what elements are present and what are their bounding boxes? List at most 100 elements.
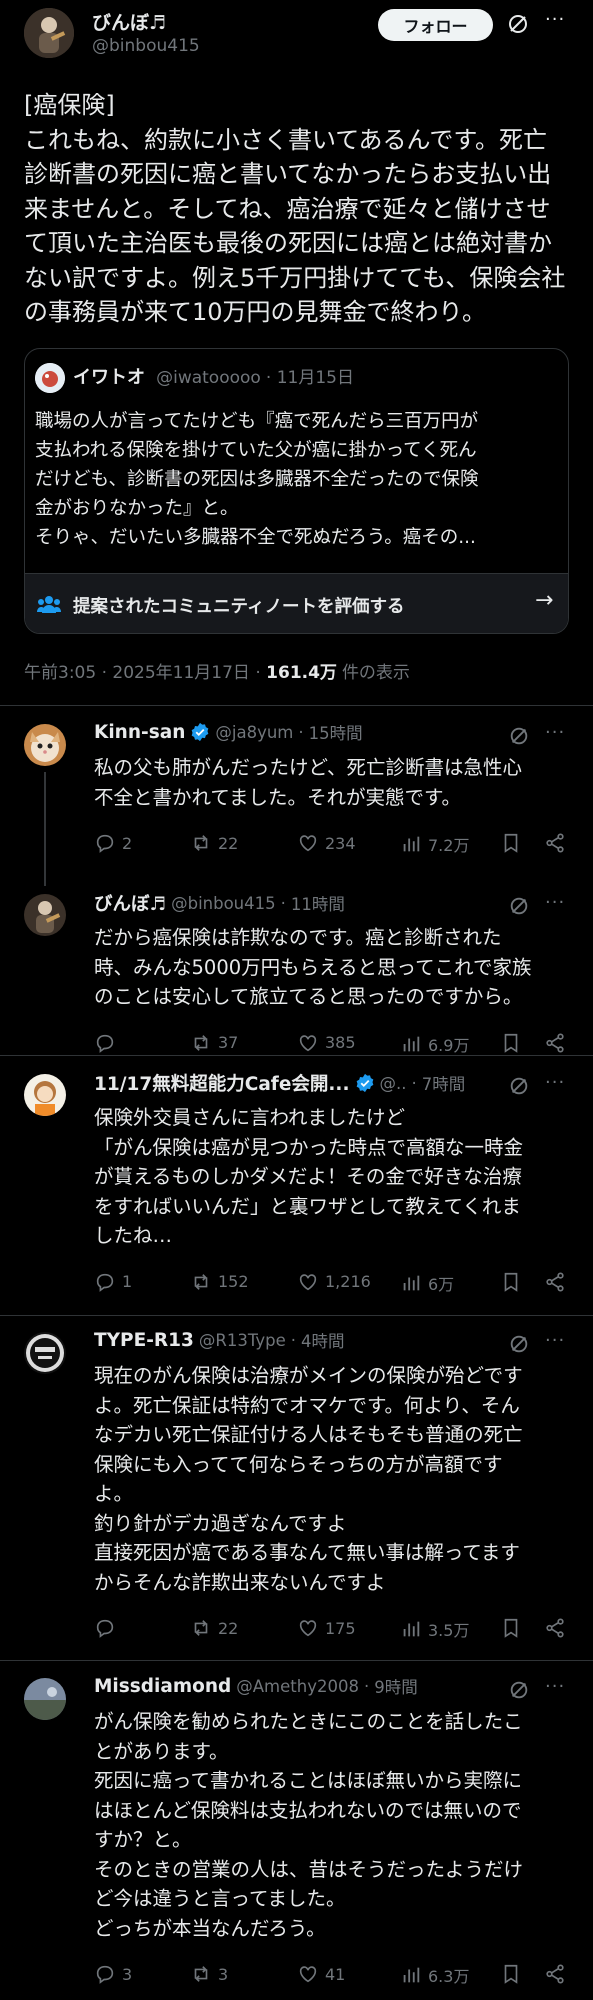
retweet-count: 22: [218, 833, 239, 853]
reply-author-name[interactable]: Missdiamond: [94, 1676, 231, 1697]
reply-time[interactable]: 11時間: [291, 891, 345, 915]
share-button[interactable]: [544, 1032, 566, 1054]
community-note-prompt[interactable]: 提案されたコミュニティノートを評価する →: [25, 573, 568, 633]
more-options-icon[interactable]: ···: [545, 1072, 565, 1093]
reply-separator: ·: [411, 1073, 417, 1093]
reply-body-line: 保険外交員さんに言われましたけど: [94, 1106, 406, 1129]
retweet-button[interactable]: 152: [190, 1271, 249, 1293]
like-button[interactable]: 234: [297, 832, 356, 854]
reply-button[interactable]: 2: [94, 832, 132, 854]
retweet-button[interactable]: 3: [190, 1963, 228, 1985]
quoted-post[interactable]: イワトオ @iwatooooo · 11月15日 職場の人が言ってたけども『癌で…: [24, 348, 569, 634]
share-button[interactable]: [544, 1963, 566, 1985]
reply-body-line: すか？と。: [94, 1828, 192, 1851]
reply-body-line: 「がん保険は癌が見つかった時点で高額な一時金: [94, 1135, 524, 1159]
bookmark-button[interactable]: [500, 1963, 522, 1985]
post-date[interactable]: 2025年11月17日: [112, 663, 250, 683]
bookmark-button[interactable]: [500, 1032, 522, 1054]
grok-icon[interactable]: [506, 12, 530, 36]
reply-author-name[interactable]: Kinn-san: [94, 722, 185, 743]
reply-author-handle[interactable]: @ja8yum: [215, 723, 293, 742]
bookmark-button[interactable]: [500, 1617, 522, 1639]
reply-separator: ·: [363, 1676, 370, 1696]
reply-time[interactable]: 9時間: [374, 1674, 418, 1698]
reply-header: Kinn-san @ja8yum · 15時間: [94, 720, 363, 744]
like-button[interactable]: 1,216: [297, 1271, 371, 1293]
share-button[interactable]: [544, 832, 566, 854]
grok-icon[interactable]: [508, 1075, 530, 1097]
reply-avatar[interactable]: [24, 894, 66, 936]
grok-icon[interactable]: [508, 1679, 530, 1701]
verified-badge-icon: [356, 1073, 373, 1093]
reply-author-handle[interactable]: @Amethy2008: [236, 1677, 359, 1696]
reply-body-line: をすればいいんだ」と裏ワザとして教えてくれま: [94, 1194, 521, 1218]
reply-body-line: 不全と書かれてました。それが実態です。: [94, 785, 461, 809]
reply-body-line: ど今は違うと言ってました。: [94, 1887, 346, 1910]
retweet-button[interactable]: 22: [190, 832, 238, 854]
reply-separator: ·: [290, 1330, 296, 1350]
reply-author-name[interactable]: 11/17無料超能力Cafe会開...: [94, 1070, 350, 1096]
reply-body: だから癌保険は詐欺なのです。癌と診断された 時、みんな5000万円もらえると思って…: [94, 923, 531, 1012]
author-name[interactable]: びんぼ♬: [92, 8, 166, 35]
retweet-button[interactable]: 37: [190, 1032, 238, 1054]
bookmark-button[interactable]: [500, 832, 522, 854]
reply-body-line: とがあります。: [94, 1739, 229, 1763]
reply-button[interactable]: 3: [94, 1963, 132, 1985]
retweet-count: 37: [218, 1033, 239, 1052]
reply-button[interactable]: 1: [94, 1271, 132, 1293]
reply-body-line: 私の父も肺がんだったけど、死亡診断書は急性心: [94, 756, 523, 779]
more-options-icon[interactable]: ···: [545, 722, 565, 743]
quote-avatar-image: [35, 363, 65, 393]
like-button[interactable]: 385: [297, 1032, 356, 1054]
like-button[interactable]: 41: [297, 1963, 345, 1985]
quote-body-line: 職場の人が言ってたけども『癌で死んだら三百万円が: [35, 411, 479, 432]
community-icon: [37, 596, 61, 613]
reply-author-handle[interactable]: @binbou415: [171, 894, 276, 913]
post-meta: 午前3:05 · 2025年11月17日 · 161.4万 件の表示: [24, 663, 410, 683]
reply-time[interactable]: 15時間: [309, 720, 363, 744]
reply-avatar[interactable]: [24, 1678, 66, 1720]
quote-body-line: 支払われる保険を掛けていた父が癌に掛かってく死ん: [35, 440, 477, 461]
more-options-icon[interactable]: ···: [545, 892, 565, 913]
more-options-icon[interactable]: ···: [545, 1330, 565, 1351]
reply-header: びんぼ♬ @binbou415 · 11時間: [94, 890, 345, 916]
reply-body-line: 直接死因が癌である事なんて無い事は解ってます: [94, 1541, 520, 1564]
grok-icon[interactable]: [508, 895, 530, 917]
community-note-label: 提案されたコミュニティノートを評価する: [73, 597, 405, 617]
reply-body: がん保険を勧められたときにこのことを話したこ とがあります。 死因に癌って書かれるこ…: [94, 1707, 523, 1943]
grok-icon[interactable]: [508, 725, 530, 747]
reply-avatar[interactable]: [24, 1074, 66, 1116]
grok-icon[interactable]: [508, 1333, 530, 1355]
views-button[interactable]: 6.9万: [400, 1032, 469, 1056]
reply-avatar[interactable]: [24, 1332, 66, 1374]
follow-button[interactable]: フォロー: [378, 9, 493, 41]
reply-body-line: どっちが本当なんだろう。: [94, 1916, 326, 1940]
reply-separator: ·: [298, 722, 304, 742]
views-button[interactable]: 7.2万: [400, 832, 469, 856]
retweet-button[interactable]: 22: [190, 1617, 238, 1639]
reply-author-name[interactable]: びんぼ♬: [94, 890, 166, 916]
more-options-icon[interactable]: ···: [545, 1676, 565, 1697]
reply-avatar[interactable]: [24, 724, 66, 766]
share-button[interactable]: [544, 1617, 566, 1639]
reply-button[interactable]: [94, 1617, 122, 1639]
like-button[interactable]: 175: [297, 1617, 356, 1639]
views-button[interactable]: 6.3万: [400, 1963, 469, 1987]
reply-author-handle[interactable]: @R13Type: [199, 1331, 286, 1350]
like-count: 41: [325, 1964, 346, 1984]
reply-button[interactable]: [94, 1032, 122, 1054]
reply-author-name[interactable]: TYPE-R13: [94, 1330, 194, 1351]
reply-time[interactable]: 4時間: [301, 1328, 345, 1352]
author-handle[interactable]: @binbou415: [92, 36, 200, 56]
avatar[interactable]: [24, 8, 74, 58]
post-body: [癌保険] これもね、約款に小さく書いてあるんです。死亡 診断書の死因に癌と書い…: [24, 88, 565, 330]
views-button[interactable]: 3.5万: [400, 1617, 469, 1641]
more-options-icon[interactable]: ···: [545, 9, 565, 30]
share-button[interactable]: [544, 1271, 566, 1293]
reply-time[interactable]: 7時間: [422, 1071, 466, 1095]
reply-count: 2: [122, 833, 133, 853]
retweet-count: 22: [218, 1618, 239, 1638]
views-button[interactable]: 6万: [400, 1271, 454, 1295]
reply-author-handle[interactable]: @..: [380, 1074, 407, 1093]
bookmark-button[interactable]: [500, 1271, 522, 1293]
